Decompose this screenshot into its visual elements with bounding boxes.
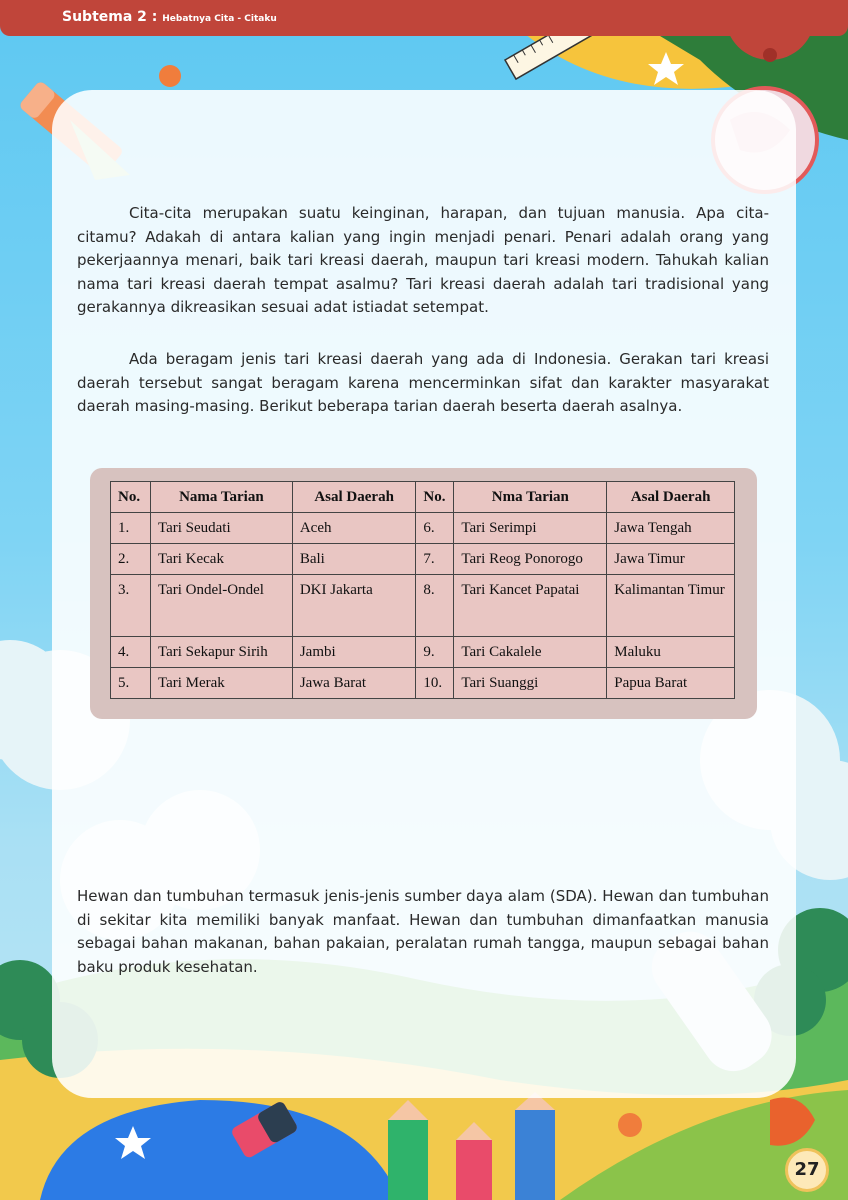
cell-nama: Tari Sekapur Sirih <box>149 636 293 668</box>
cell-no: 1. <box>110 512 151 544</box>
table-header-row: No. Nama Tarian Asal Daerah No. Nma Tari… <box>110 481 735 513</box>
table-frame: No. Nama Tarian Asal Daerah No. Nma Tari… <box>90 468 757 719</box>
header-no: No. <box>110 481 151 513</box>
paragraph-cita-cita: Cita-cita merupakan suatu keinginan, har… <box>77 204 769 317</box>
page-number: 27 <box>785 1148 829 1192</box>
cell-nama: Tari Kancet Papatai <box>453 574 608 637</box>
orange-dot <box>159 65 181 87</box>
cell-asal: Jawa Barat <box>291 667 417 699</box>
cell-no: 4. <box>110 636 151 668</box>
cell-asal: Jambi <box>291 636 417 668</box>
cell-asal: Kalimantan Timur <box>606 574 735 637</box>
header-title: Subtema 2 : Hebatnya Cita - Citaku <box>62 9 277 25</box>
cell-asal: Papua Barat <box>606 667 735 699</box>
cell-nama: Tari Suanggi <box>453 667 608 699</box>
cell-no: 7. <box>415 543 455 575</box>
header-subtema: Subtema 2 : <box>62 9 158 25</box>
table-row: 1. Tari Seudati Aceh 6. Tari Serimpi Jaw… <box>110 512 735 544</box>
cell-nama: Tari Reog Ponorogo <box>453 543 608 575</box>
cell-nama: Tari Serimpi <box>453 512 608 544</box>
table-row: 5. Tari Merak Jawa Barat 10. Tari Suangg… <box>110 667 735 699</box>
cell-asal: Jawa Tengah <box>606 512 735 544</box>
cell-asal: DKI Jakarta <box>291 574 417 637</box>
cell-nama: Tari Cakalele <box>453 636 608 668</box>
tarian-table: No. Nama Tarian Asal Daerah No. Nma Tari… <box>110 481 735 699</box>
table-row: 3. Tari Ondel-Ondel DKI Jakarta 8. Tari … <box>110 574 735 637</box>
header-no-2: No. <box>415 481 455 513</box>
cell-nama: Tari Seudati <box>149 512 293 544</box>
cell-no: 9. <box>415 636 455 668</box>
header-judul: Hebatnya Cita - Citaku <box>162 14 277 24</box>
cell-no: 2. <box>110 543 151 575</box>
cell-nama: Tari Merak <box>149 667 293 699</box>
header-bar: Subtema 2 : Hebatnya Cita - Citaku <box>0 0 848 36</box>
cell-nama: Tari Kecak <box>149 543 293 575</box>
header-nama-tarian: Nama Tarian <box>149 481 293 513</box>
table-row: 2. Tari Kecak Bali 7. Tari Reog Ponorogo… <box>110 543 735 575</box>
cell-no: 6. <box>415 512 455 544</box>
cell-asal: Maluku <box>606 636 735 668</box>
header-asal-daerah: Asal Daerah <box>291 481 417 513</box>
cell-no: 5. <box>110 667 151 699</box>
cell-asal: Jawa Timur <box>606 543 735 575</box>
cell-no: 10. <box>415 667 455 699</box>
cell-no: 8. <box>415 574 455 637</box>
cell-asal: Bali <box>291 543 417 575</box>
cell-asal: Aceh <box>291 512 417 544</box>
orange-dot-bottom <box>618 1113 642 1137</box>
table-row: 4. Tari Sekapur Sirih Jambi 9. Tari Caka… <box>110 636 735 668</box>
header-nama-tarian-2: Nma Tarian <box>453 481 608 513</box>
paragraph-sda: Hewan dan tumbuhan termasuk jenis-jenis … <box>77 887 769 976</box>
header-asal-daerah-2: Asal Daerah <box>606 481 735 513</box>
cell-nama: Tari Ondel-Ondel <box>149 574 293 637</box>
paragraph-tari-kreasi: Ada beragam jenis tari kreasi daerah yan… <box>77 350 769 416</box>
cell-no: 3. <box>110 574 151 637</box>
